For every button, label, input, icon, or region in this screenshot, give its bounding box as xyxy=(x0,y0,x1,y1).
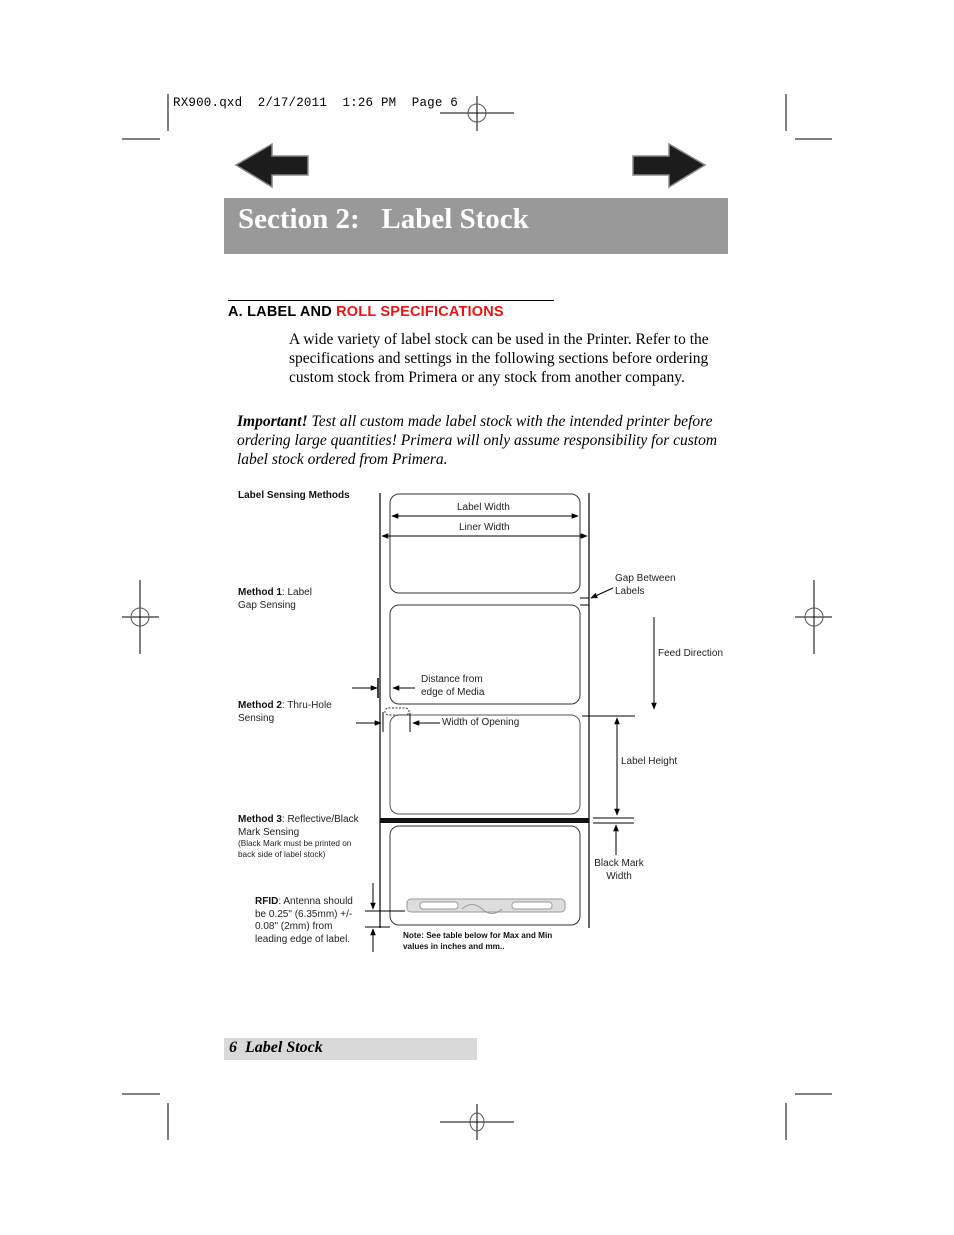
registration-mark-icon xyxy=(795,580,832,654)
registration-mark-icon xyxy=(122,580,159,654)
left-arrow-icon[interactable] xyxy=(234,142,309,189)
feed-direction-text: Feed Direction xyxy=(658,648,724,659)
method3-note: (Black Mark must be printed on back side… xyxy=(238,839,352,859)
section-rule xyxy=(228,300,554,301)
method2-caption: Method 2: Thru-Hole Sensing xyxy=(238,700,348,725)
print-marks-and-diagram xyxy=(122,94,832,1140)
distance-from-edge-text: Distance from edge of Media xyxy=(421,674,485,698)
footer-section-name: Label Stock xyxy=(245,1039,323,1056)
print-slug: RX900.qxd 2/17/2011 1:26 PM Page 6 xyxy=(173,96,458,110)
method3-caption: Method 3: Reflective/Black Mark Sensing xyxy=(238,814,373,839)
gap-between-labels-text: Gap Between Labels xyxy=(615,573,676,597)
forward-arrow-button[interactable] xyxy=(632,142,707,189)
black-mark-width-text: Black Mark Width xyxy=(594,858,644,882)
slug-filename: RX900.qxd xyxy=(173,96,243,110)
page-footer: 6 Label Stock xyxy=(229,1039,323,1057)
width-of-opening-text: Width of Opening xyxy=(442,717,520,728)
thru-hole-opening xyxy=(384,707,410,716)
slug-time: 1:26 PM xyxy=(342,96,397,110)
footer-page-number: 6 xyxy=(229,1039,237,1056)
section-heading: A. LABEL AND ROLL SPECIFICATIONS xyxy=(228,304,504,320)
liner-width-text: Liner Width xyxy=(459,522,510,533)
label-shape xyxy=(389,714,581,815)
section-heading-highlight: ROLL SPECIFICATIONS xyxy=(336,304,504,320)
rfid-caption: RFID: Antenna should be 0.25" (6.35mm) +… xyxy=(255,896,363,946)
method1-label: Method 1 xyxy=(238,587,282,598)
intro-paragraph: A wide variety of label stock can be use… xyxy=(289,331,709,386)
right-arrow-icon[interactable] xyxy=(632,142,707,189)
slug-date: 2/17/2011 xyxy=(257,96,328,110)
important-note: Important! Test all custom made label st… xyxy=(237,413,737,469)
gap-pointer-arrow xyxy=(590,587,614,599)
label-height-text: Label Height xyxy=(621,756,678,767)
method2-label: Method 2 xyxy=(238,700,282,711)
slug-page: Page 6 xyxy=(411,96,458,110)
diagram-heading: Label Sensing Methods xyxy=(238,490,350,501)
method1-caption: Method 1: Label Gap Sensing xyxy=(238,587,328,612)
diagram-note: Note: See table below for Max and Min va… xyxy=(403,931,553,951)
important-lead: Important! xyxy=(237,413,308,430)
registration-mark-icon xyxy=(440,1104,514,1140)
section-heading-prefix: A. LABEL AND xyxy=(228,304,337,320)
back-arrow-button[interactable] xyxy=(234,142,309,189)
method3-label: Method 3 xyxy=(238,814,282,825)
black-mark xyxy=(380,818,589,823)
page-title: Section 2: Label Stock xyxy=(238,203,529,235)
important-text: Test all custom made label stock with th… xyxy=(237,413,718,468)
label-width-text: Label Width xyxy=(457,502,510,513)
rfid-label: RFID xyxy=(255,896,279,907)
rfid-antenna-icon xyxy=(406,898,566,914)
